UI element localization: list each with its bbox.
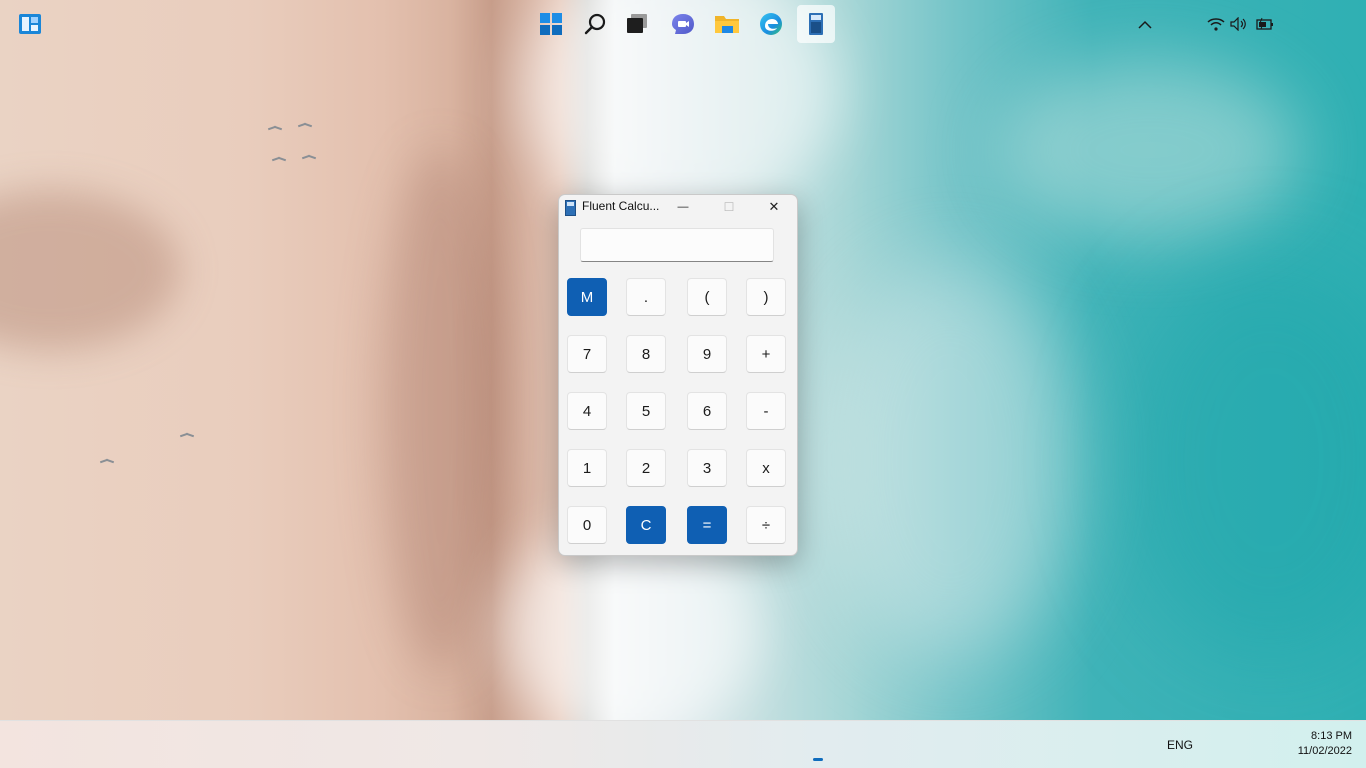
eight-button[interactable]: 8 [626,335,666,373]
speaker-icon [1230,17,1246,31]
wifi-icon [1207,18,1225,31]
edge-browser-button[interactable] [752,5,790,43]
minimize-icon: — [677,201,689,213]
input-language-indicator[interactable]: ENG [1167,738,1193,752]
bird-shape [298,124,312,128]
nine-button[interactable]: 9 [687,335,727,373]
wallpaper-foam [820,260,1080,660]
two-button[interactable]: 2 [626,449,666,487]
six-button[interactable]: 6 [687,392,727,430]
maximize-icon: ☐ [723,200,735,214]
battery-button[interactable] [1254,5,1276,43]
multiply-button[interactable]: x [746,449,786,487]
equals-button[interactable]: = [687,506,727,544]
volume-button[interactable] [1229,5,1249,43]
close-icon: ✕ [768,199,780,214]
add-button[interactable]: + [746,335,786,373]
wallpaper-sand-shadow [0,190,180,350]
network-button[interactable] [1205,5,1227,43]
edge-icon [760,13,782,35]
widgets-icon [19,14,41,34]
clock[interactable]: 8:13 PM 11/02/2022 [1282,729,1352,759]
show-hidden-icons-button[interactable] [1136,5,1154,43]
chat-button[interactable] [664,5,702,43]
title-bar[interactable]: Fluent Calcu... — ☐ ✕ [559,195,797,219]
close-button[interactable]: ✕ [751,195,797,219]
start-icon [540,13,562,35]
wallpaper-wet-sand [380,150,500,670]
clock-date: 11/02/2022 [1297,745,1352,757]
bird-shape [272,158,286,162]
subtract-button[interactable]: - [746,392,786,430]
one-button[interactable]: 1 [567,449,607,487]
expression-display[interactable] [580,228,774,262]
active-app-indicator [813,758,823,761]
four-button[interactable]: 4 [567,392,607,430]
file-explorer-icon [715,16,739,33]
decimal-button[interactable]: . [626,278,666,316]
clear-button[interactable]: C [626,506,666,544]
window-title: Fluent Calcu... [582,199,660,213]
close-paren-button[interactable]: ) [746,278,786,316]
minimize-button[interactable]: — [660,195,706,219]
zero-button[interactable]: 0 [567,506,607,544]
memory-button[interactable]: M [567,278,607,316]
bird-shape [268,127,282,131]
bird-shape [100,460,114,464]
fluent-calculator-taskbar-button[interactable] [797,5,835,43]
chat-icon [672,14,694,34]
battery-charging-icon [1256,17,1273,30]
calculator-app-icon [565,200,576,216]
divide-button[interactable]: ÷ [746,506,786,544]
file-explorer-button[interactable] [708,5,746,43]
open-paren-button[interactable]: ( [687,278,727,316]
start-button[interactable] [532,5,570,43]
bird-shape [302,156,316,160]
taskbar [0,720,1366,768]
seven-button[interactable]: 7 [567,335,607,373]
calculator-window: Fluent Calcu... — ☐ ✕ M. () 7 8 9 +4 5 6- 1 2 3 x 0 C… [558,194,798,556]
chevron-up-icon [1138,20,1152,29]
clock-time: 8:13 PM [1311,730,1352,742]
fluent-calculator-icon [809,13,823,35]
search-button[interactable] [577,5,615,43]
maximize-button[interactable]: ☐ [706,195,752,219]
five-button[interactable]: 5 [626,392,666,430]
wallpaper-deep-water [1120,260,1366,660]
widgets-button[interactable] [11,5,49,43]
bird-shape [180,434,194,438]
wallpaper-foam [1000,60,1300,240]
task-view-icon [627,14,647,33]
task-view-button[interactable] [618,5,656,43]
three-button[interactable]: 3 [687,449,727,487]
search-icon [584,13,606,35]
